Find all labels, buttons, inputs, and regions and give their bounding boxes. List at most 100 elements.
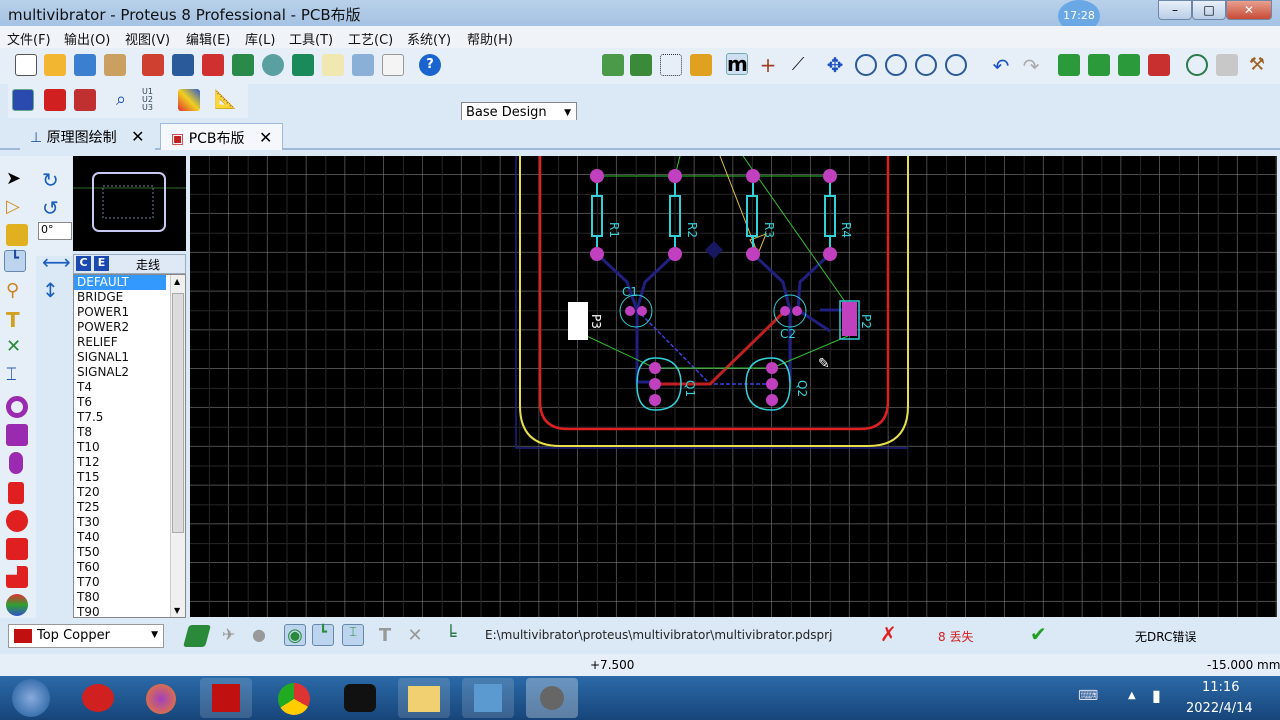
layer-stack-icon[interactable]	[183, 625, 211, 647]
scroll-thumb[interactable]	[172, 293, 184, 533]
smt-round-pad-icon[interactable]	[6, 510, 28, 532]
open-folder-icon[interactable]	[44, 54, 66, 76]
home-icon[interactable]	[142, 54, 164, 76]
minimize-button[interactable]: –	[1158, 0, 1192, 20]
pcb-editing-canvas[interactable]: R1 R2 R3 R4 C1 C2 Q1 Q2 P2 P3 ✎	[190, 155, 1277, 617]
round-pad-icon[interactable]	[6, 396, 28, 418]
block-copy-icon[interactable]	[1058, 54, 1080, 76]
notes-icon[interactable]	[382, 54, 404, 76]
selection-mode-icon[interactable]: ➤	[6, 168, 28, 190]
track-style-item[interactable]: T90	[74, 605, 166, 617]
zoom-area-icon[interactable]	[945, 54, 967, 76]
keyboard-icon[interactable]: ⌨	[1078, 688, 1098, 704]
annotate-icon[interactable]: U1 U2 U3	[142, 88, 164, 112]
pad-filter-icon[interactable]: ◉	[284, 624, 306, 646]
pick-parts-icon[interactable]	[1186, 54, 1208, 76]
scroll-up-icon[interactable]: ▲	[174, 277, 180, 286]
track-style-item[interactable]: T10	[74, 440, 166, 455]
menu-help[interactable]: 帮助(H)	[467, 29, 513, 48]
axes-icon[interactable]: ⟋	[787, 54, 809, 76]
rotate-clockwise-icon[interactable]: ↻	[42, 168, 64, 192]
file-explorer-icon[interactable]	[398, 678, 450, 718]
pad-swap-icon[interactable]	[44, 89, 66, 111]
proteus-taskbar-icon[interactable]	[526, 678, 578, 718]
track-style-item[interactable]: DEFAULT	[74, 275, 166, 290]
route-icon[interactable]: ╘	[440, 625, 462, 647]
zoom-out-icon[interactable]	[885, 54, 907, 76]
pcb-icon[interactable]	[202, 54, 224, 76]
track-style-item[interactable]: T7.5	[74, 410, 166, 425]
rotate-anticlockwise-icon[interactable]: ↺	[42, 196, 64, 220]
layers-icon[interactable]	[690, 54, 712, 76]
rotation-input[interactable]: 0°	[38, 222, 72, 240]
track-style-item[interactable]: POWER2	[74, 320, 166, 335]
zoom-in-icon[interactable]	[855, 54, 877, 76]
polygon-pad-icon[interactable]	[6, 566, 28, 588]
edge-pad-icon[interactable]	[8, 482, 24, 504]
track-style-item[interactable]: T30	[74, 515, 166, 530]
source-code-icon[interactable]	[352, 54, 374, 76]
acrobat-icon[interactable]	[200, 678, 252, 718]
search-icon[interactable]: ⌕	[110, 89, 132, 111]
clock-time[interactable]: 11:16	[1202, 680, 1239, 695]
zone-filter-icon[interactable]: T	[374, 625, 396, 647]
track-style-item[interactable]: T4	[74, 380, 166, 395]
maximize-button[interactable]: □	[1192, 0, 1226, 20]
track-style-item[interactable]: T40	[74, 530, 166, 545]
track-style-item[interactable]: T60	[74, 560, 166, 575]
3d-view-icon[interactable]	[232, 54, 254, 76]
refresh-icon[interactable]	[602, 54, 624, 76]
mirror-vertical-icon[interactable]: ↕	[42, 278, 64, 302]
component-mode-icon[interactable]: ▷	[6, 196, 28, 218]
track-style-item[interactable]: T20	[74, 485, 166, 500]
track-style-item[interactable]: T50	[74, 545, 166, 560]
close-button[interactable]: ✕	[1226, 0, 1272, 20]
menu-file[interactable]: 文件(F)	[7, 29, 51, 48]
menu-edit[interactable]: 编辑(E)	[186, 29, 230, 48]
connectivity-highlight-icon[interactable]: ⌶	[6, 364, 28, 386]
scrollbar[interactable]: ▲ ▼	[170, 275, 185, 617]
start-button[interactable]	[12, 679, 50, 717]
layer-select[interactable]: Top Copper ▼	[8, 624, 164, 648]
mirror-horizontal-icon[interactable]: ⟷	[42, 250, 71, 274]
help-icon[interactable]: ?	[419, 54, 441, 76]
design-rules-icon[interactable]: 📐	[214, 89, 236, 111]
redo-icon[interactable]: ↷	[1020, 54, 1042, 78]
menu-output[interactable]: 输出(O)	[64, 29, 110, 48]
block-rotate-icon[interactable]	[1118, 54, 1140, 76]
via-mode-icon[interactable]: ⚲	[6, 280, 28, 302]
grid-icon[interactable]	[660, 54, 682, 76]
zone-mode-icon[interactable]: T	[6, 308, 28, 332]
smt-square-pad-icon[interactable]	[6, 538, 28, 560]
auto-router-icon[interactable]	[178, 89, 200, 111]
drc-status[interactable]: 无DRC错误	[1135, 628, 1196, 645]
menu-technology[interactable]: 工艺(C)	[348, 29, 393, 48]
metric-toggle-icon[interactable]: m	[726, 53, 748, 75]
undo-icon[interactable]: ↶	[990, 54, 1012, 78]
missing-connections-count[interactable]: 8 丢失	[938, 628, 973, 645]
menu-library[interactable]: 库(L)	[245, 29, 275, 48]
make-package-icon[interactable]	[1216, 54, 1238, 76]
menu-system[interactable]: 系统(Y)	[407, 29, 451, 48]
chrome-icon[interactable]	[268, 678, 320, 718]
dil-pad-icon[interactable]	[9, 452, 23, 474]
track-style-item[interactable]: POWER1	[74, 305, 166, 320]
connect-icon[interactable]: ✈	[222, 625, 244, 647]
save-icon[interactable]	[74, 54, 96, 76]
package-mode-icon[interactable]	[6, 224, 28, 246]
track-style-item[interactable]: RELIEF	[74, 335, 166, 350]
track-style-item[interactable]: T12	[74, 455, 166, 470]
padstack-icon[interactable]	[6, 594, 28, 616]
track-style-item[interactable]: T25	[74, 500, 166, 515]
select-filter-icon[interactable]	[74, 89, 96, 111]
gerber-viewer-icon[interactable]	[262, 54, 284, 76]
import-icon[interactable]	[104, 54, 126, 76]
bom-icon[interactable]	[322, 54, 344, 76]
track-style-item[interactable]: T8	[74, 425, 166, 440]
block-move-icon[interactable]	[1088, 54, 1110, 76]
block-delete-icon[interactable]	[1148, 54, 1170, 76]
track-style-item[interactable]: BRIDGE	[74, 290, 166, 305]
show-hidden-icons[interactable]: ▲	[1128, 690, 1136, 701]
track-mode-icon[interactable]: ┗	[4, 250, 26, 272]
zoom-all-icon[interactable]	[915, 54, 937, 76]
